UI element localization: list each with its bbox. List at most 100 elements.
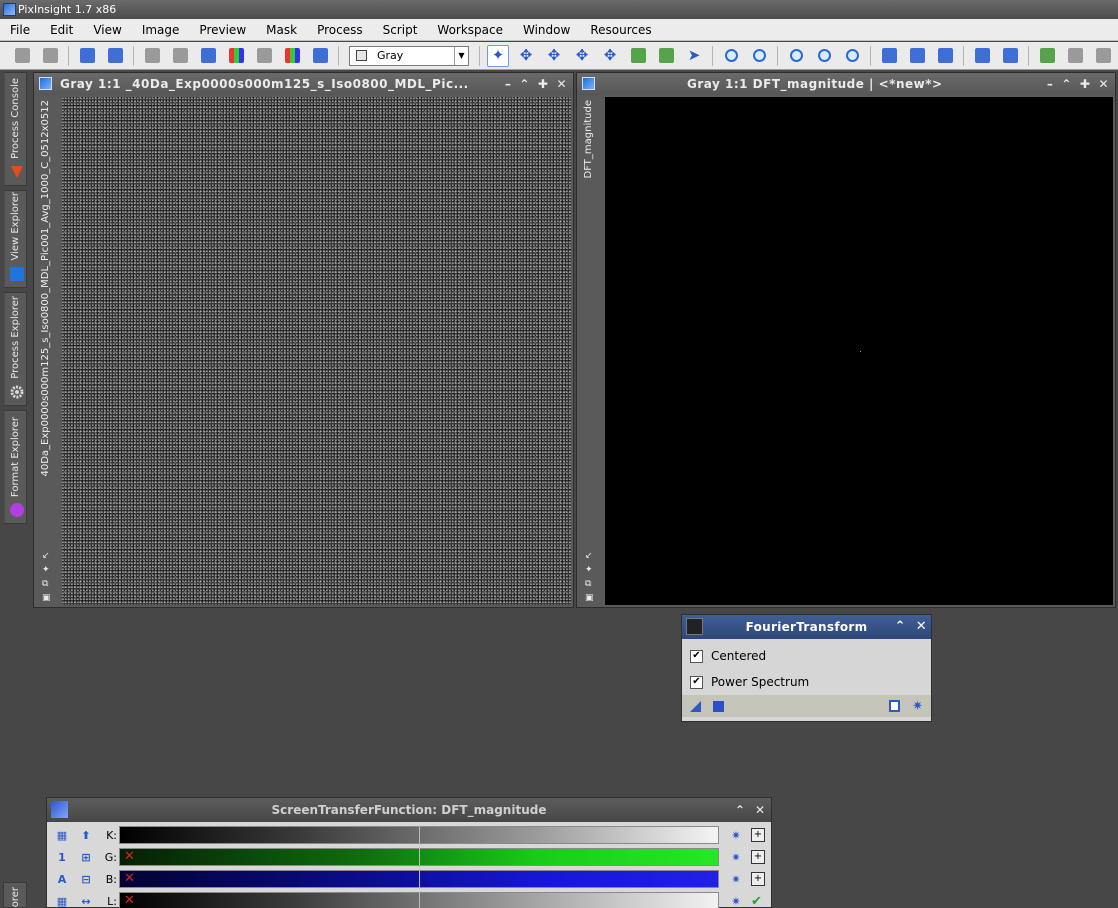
apply-icon[interactable] [713,700,724,712]
star-icon[interactable]: ✦ [42,565,51,575]
menu-resources[interactable]: Resources [580,19,661,41]
menu-file[interactable]: File [0,19,40,41]
duplicate-button[interactable] [104,45,126,67]
fit-mode-button[interactable]: ✥ [543,45,565,67]
invert-button[interactable] [253,45,275,67]
centered-option[interactable]: ✔ Centered [682,643,931,669]
restore-view-button[interactable] [999,45,1021,67]
sidebar-tab-process-explorer[interactable]: Process Explorer [3,292,27,406]
star-icon[interactable]: ✦ [585,565,594,575]
close-icon[interactable]: ✕ [755,798,765,822]
new-image-button[interactable] [197,45,219,67]
close-workspace-button[interactable] [1092,45,1114,67]
zoom-mode-button[interactable]: ✥ [515,45,537,67]
edit-preview-button[interactable] [655,45,677,67]
a-icon[interactable]: A [52,870,72,888]
maximize-view-button[interactable] [971,45,993,67]
redo-button[interactable] [39,45,61,67]
plus-icon[interactable]: + [751,850,765,864]
close-icon[interactable]: ✕ [916,615,927,639]
edit-workspace-button[interactable] [1064,45,1086,67]
shade-icon[interactable]: ⌃ [1061,73,1072,95]
rgb-link-icon[interactable]: ▦ [52,826,72,844]
sidebar-tab-process-console[interactable]: Process Console [3,72,27,186]
square-icon[interactable]: ▣ [42,593,51,603]
stf-slider-k[interactable] [119,825,719,845]
zoom-2-1-button[interactable] [841,45,863,67]
midtones-marker[interactable] [419,847,420,867]
power-spectrum-checkbox[interactable]: ✔ [690,675,703,689]
zoom-1-2-button[interactable] [813,45,835,67]
pointer-mode-button[interactable]: ➤ [683,45,705,67]
undo-button[interactable] [11,45,33,67]
color-button[interactable] [281,45,303,67]
rgb-mode-button[interactable] [225,45,247,67]
auto-stretch-icon[interactable]: ✷ [727,895,745,908]
zoom-out-icon[interactable]: ⊟ [76,870,96,888]
maximize-icon[interactable]: ✚ [1080,73,1091,95]
shade-icon[interactable]: ⌃ [735,798,745,822]
plus-icon[interactable]: + [751,872,765,886]
new-workspace-button[interactable] [1036,45,1058,67]
menu-script[interactable]: Script [373,19,428,41]
image-window-source[interactable]: Gray 1:1 _40Da_Exp0000s000m125_s_Iso0800… [33,72,574,608]
arrow-icon[interactable]: ↙ [585,551,594,561]
new-instance-icon[interactable] [690,700,701,712]
pan-mode-button[interactable]: ✥ [571,45,593,67]
reset-icon[interactable]: ✷ [912,699,923,714]
navigate-mode-button[interactable]: ✦ [487,44,509,67]
menu-preview[interactable]: Preview [189,19,256,41]
dialog-title-bar[interactable]: ScreenTransferFunction: DFT_magnitude ⌃ … [47,798,771,822]
grid-icon[interactable]: ▦ [52,892,72,908]
stf-slider-l[interactable]: ✕ [119,891,719,908]
maximize-icon[interactable]: ✚ [538,73,549,95]
window-title-bar[interactable]: Gray 1:1 _40Da_Exp0000s000m125_s_Iso0800… [34,73,573,95]
midtones-marker[interactable] [419,891,420,908]
stf-slider-g[interactable]: ✕ [119,847,719,867]
view-identifier-tab[interactable]: 40Da_Exp0000s000m125_s_Iso0800_MDL_Pic00… [37,97,58,607]
window-title-bar[interactable]: Gray 1:1 DFT_magnitude | <*new*> – ⌃ ✚ ✕ [577,73,1115,95]
minimize-icon[interactable]: – [1047,73,1054,95]
identifier-button[interactable] [76,45,98,67]
stf-button[interactable] [309,45,331,67]
menu-window[interactable]: Window [513,19,580,41]
browse-documentation-icon[interactable] [889,700,901,712]
auto-stretch-icon[interactable]: ✷ [727,829,745,842]
shade-icon[interactable]: ⌃ [895,615,906,639]
scroll-mode-button[interactable]: ✥ [599,45,621,67]
copy-icon[interactable]: ⧉ [585,579,594,589]
menu-workspace[interactable]: Workspace [427,19,513,41]
checkmark-icon[interactable]: ✔ [751,894,765,908]
close-icon[interactable]: ✕ [556,73,567,95]
plus-icon[interactable]: + [751,828,765,842]
image-canvas-dft[interactable] [605,97,1113,605]
cascade-windows-button[interactable] [934,45,956,67]
power-spectrum-option[interactable]: ✔ Power Spectrum [682,669,931,695]
menu-view[interactable]: View [83,19,131,41]
centered-checkbox[interactable]: ✔ [690,649,703,663]
menu-edit[interactable]: Edit [40,19,83,41]
arrow-icon[interactable]: ↙ [42,551,51,561]
shade-icon[interactable]: ⌃ [519,73,530,95]
zoom-1-1-button[interactable] [785,45,807,67]
new-preview-button[interactable] [627,45,649,67]
mask-enable-button[interactable] [141,45,163,67]
menu-process[interactable]: Process [307,19,373,41]
sidebar-tab-partial[interactable]: orer [3,882,27,908]
square-icon[interactable]: ▣ [585,593,594,603]
zoom-out-button[interactable] [748,45,770,67]
mask-show-button[interactable] [169,45,191,67]
image-canvas-noise[interactable] [62,97,571,605]
sidebar-tab-format-explorer[interactable]: Format Explorer [3,410,27,524]
image-window-dft[interactable]: Gray 1:1 DFT_magnitude | <*new*> – ⌃ ✚ ✕… [576,72,1116,608]
sidebar-tab-view-explorer[interactable]: View Explorer [3,190,27,288]
zoom-in-button[interactable] [720,45,742,67]
midtones-marker[interactable] [419,825,420,845]
view-identifier-tab[interactable]: DFT_magnitude ↙ ✦ ⧉ ▣ [580,97,601,607]
tile-windows-button[interactable] [906,45,928,67]
close-icon[interactable]: ✕ [1098,73,1109,95]
auto-stretch-icon[interactable]: ✷ [727,873,745,886]
minimize-icon[interactable]: – [505,73,512,95]
menu-mask[interactable]: Mask [256,19,307,41]
zoom-in-icon[interactable]: ⊞ [76,848,96,866]
